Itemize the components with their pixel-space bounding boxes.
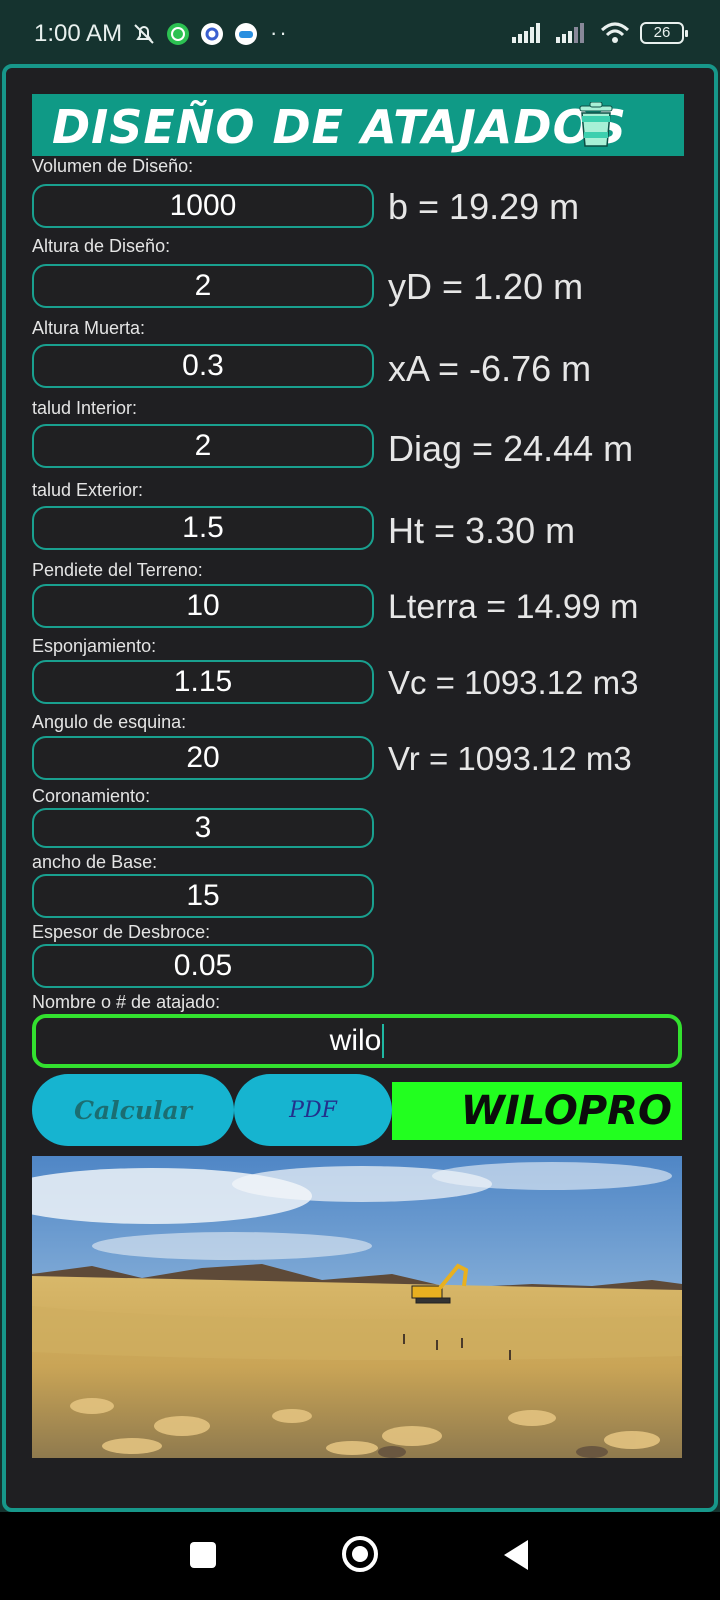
wilopro-logo: WILOPRO [392, 1082, 682, 1140]
volumen-diseno-input[interactable]: 1000 [32, 184, 374, 228]
status-time: 1:00 AM [34, 20, 123, 47]
result-yd: yD = 1.20 m [388, 266, 584, 307]
label-pendiente-terreno: Pendiete del Terreno: [32, 560, 203, 580]
battery-icon: 26 [640, 22, 688, 44]
text-cursor [382, 1024, 385, 1058]
home-button[interactable] [342, 1536, 378, 1572]
result-vc: Vc = 1093.12 m3 [388, 664, 639, 701]
result-ht: Ht = 3.30 m [388, 510, 576, 551]
esponjamiento-input[interactable]: 1.15 [32, 660, 374, 704]
altura-muerta-input[interactable]: 0.3 [32, 344, 374, 388]
recents-button[interactable] [190, 1542, 216, 1568]
nombre-atajado-input[interactable]: wilo [32, 1014, 682, 1068]
result-diag: Diag = 24.44 m [388, 428, 634, 469]
page-title: DISEÑO DE ATAJADOS [52, 100, 627, 154]
label-nombre-atajado: Nombre o # de atajado: [32, 992, 221, 1012]
settings-app-icon [201, 23, 223, 45]
label-volumen-diseno: Volumen de Diseño: [32, 156, 194, 176]
mute-icon [134, 24, 154, 44]
more-notifications: ·· [270, 20, 289, 45]
result-lterra: Lterra = 14.99 m [388, 588, 639, 626]
app-frame: DISEÑO DE ATAJADOS Volumen de Diseño: 10… [2, 64, 718, 1512]
ancho-base-input[interactable]: 15 [32, 874, 374, 918]
game-app-icon [235, 23, 257, 45]
calcular-button[interactable]: Calcular [32, 1074, 234, 1146]
angulo-esquina-input[interactable]: 20 [32, 736, 374, 780]
nombre-atajado-value: wilo [329, 1024, 382, 1057]
altura-diseno-input[interactable]: 2 [32, 264, 374, 308]
system-navigation-bar [0, 1512, 720, 1600]
reservoir-photo [32, 1156, 682, 1458]
result-xa: xA = -6.76 m [388, 348, 592, 389]
result-vr: Vr = 1093.12 m3 [388, 740, 632, 777]
whatsapp-icon [167, 23, 189, 45]
label-coronamiento: Coronamiento: [32, 786, 151, 806]
coronamiento-input[interactable]: 3 [32, 808, 374, 848]
system-icons: 26 [512, 22, 688, 44]
trash-icon[interactable] [576, 102, 616, 148]
wifi-icon [600, 22, 630, 43]
signal-icon [556, 23, 584, 43]
label-angulo-esquina: Angulo de esquina: [32, 712, 187, 732]
signal-icon [512, 23, 540, 43]
result-b: b = 19.29 m [388, 186, 580, 227]
label-talud-exterior: talud Exterior: [32, 480, 144, 500]
label-esponjamiento: Esponjamiento: [32, 636, 157, 656]
status-bar: 1:00 AM ·· 26 [0, 0, 720, 64]
label-ancho-base: ancho de Base: [32, 852, 158, 872]
talud-exterior-input[interactable]: 1.5 [32, 506, 374, 550]
pendiente-terreno-input[interactable]: 10 [32, 584, 374, 628]
label-espesor-desbroce: Espesor de Desbroce: [32, 922, 211, 942]
notification-icons [132, 20, 258, 48]
back-button[interactable] [504, 1540, 528, 1570]
label-altura-muerta: Altura Muerta: [32, 318, 146, 338]
talud-interior-input[interactable]: 2 [32, 424, 374, 468]
pdf-button[interactable]: PDF [234, 1074, 392, 1146]
title-bar: DISEÑO DE ATAJADOS [32, 94, 684, 156]
label-altura-diseno: Altura de Diseño: [32, 236, 171, 256]
espesor-desbroce-input[interactable]: 0.05 [32, 944, 374, 988]
label-talud-interior: talud Interior: [32, 398, 138, 418]
